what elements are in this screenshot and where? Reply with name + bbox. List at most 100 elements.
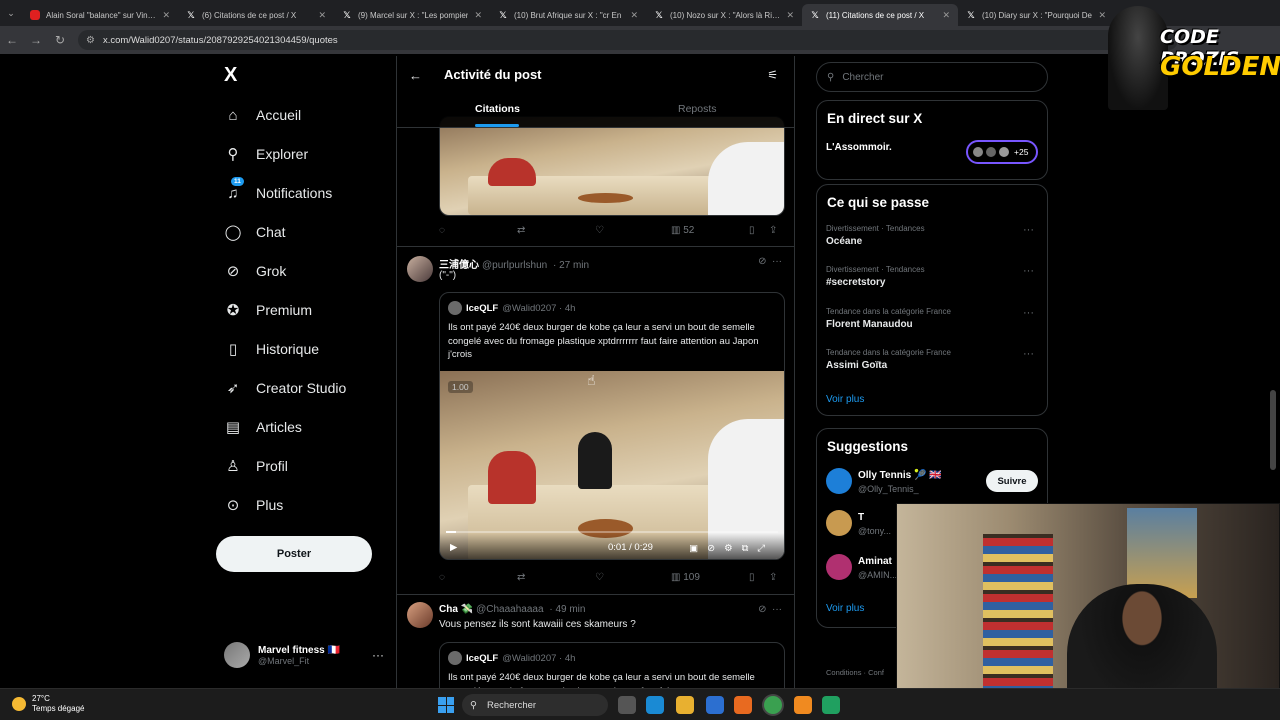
repost-icon[interactable]: ⇄ [517,225,525,236]
close-tab-icon[interactable]: ✕ [318,10,326,21]
close-tab-icon[interactable]: ✕ [1098,10,1106,21]
live-listeners-pill[interactable]: +25 [966,140,1038,164]
trend-item[interactable]: Tendance dans la catégorie France Assimi … [826,348,1040,371]
bookmark-icon[interactable]: ▯ [749,572,755,583]
see-more-suggestions-link[interactable]: Voir plus [826,603,864,614]
reload-icon[interactable]: ↻ [48,33,72,47]
back-icon[interactable]: ← [0,33,24,47]
live-space-name[interactable]: L'Assommoir. [826,142,892,153]
taskbar-search[interactable]: ⚲ Rechercher [462,694,608,716]
weather-widget[interactable]: 27°C Temps dégagé [12,694,84,714]
quoted-post[interactable]: IceQLF @Walid0207 · 4h Ils ont payé 240€… [439,292,785,560]
browser-tab[interactable]: Alain Soral "balance" sur Vincen ✕ [22,4,178,26]
search-input[interactable]: ⚲ Chercher [816,62,1048,92]
tab-title: (10) Nozo sur X : "Alors là Rima [670,10,781,20]
post-menu-icon[interactable]: ⊘ ··· [758,604,782,615]
browser-tab[interactable]: 𝕏 (6) Citations de ce post / X ✕ [178,4,334,26]
trend-item[interactable]: Divertissement · Tendances #secretstory ··… [826,265,1040,288]
like-icon[interactable]: ♡ [595,572,604,583]
footer-links[interactable]: Conditions · Conf [826,668,884,677]
nav-item-profil[interactable]: ♙ Profil [224,457,288,475]
app-icon[interactable] [822,696,840,714]
nav-item-explorer[interactable]: ⚲ Explorer [224,145,309,163]
close-tab-icon[interactable]: ✕ [162,10,170,21]
quoted-post[interactable]: IceQLF @Walid0207 · 4h Ils ont payé 240€… [439,642,785,688]
playback-rate[interactable]: 1.00 [448,381,473,393]
reply-icon[interactable]: ◌ [439,572,445,583]
quote-post[interactable]: 三浦億心 @purlpurlshun · 27 min ⊘ ··· ("-") I… [397,246,794,596]
views-icon[interactable]: ▥ 52 [671,225,694,236]
views-icon[interactable]: ▥ 109 [671,572,700,583]
avatar[interactable] [407,602,433,628]
filter-settings-icon[interactable]: ⚟ [767,68,778,82]
nav-item-creator-studio[interactable]: ➶ Creator Studio [224,379,347,397]
browser-tab[interactable]: 𝕏 (10) Nozo sur X : "Alors là Rima ✕ [646,4,802,26]
nav-item-label: Articles [256,419,302,435]
suggestion-item[interactable]: Olly Tennis 🎾 🇬🇧 @Olly_Tennis_ Suivre [826,468,1040,498]
video-player[interactable]: 1.00 ▶ 0:01 / 0:29 ▣⊘⚙⧉⤢ [440,371,784,559]
trend-item[interactable]: Tendance dans la catégorie France Florent… [826,307,1040,330]
follow-button[interactable]: Suivre [986,470,1038,492]
like-icon[interactable]: ♡ [595,225,604,236]
nav-item-grok[interactable]: ⊘ Grok [224,262,287,280]
task-view-icon[interactable] [618,696,636,714]
browser-tab[interactable]: 𝕏 (9) Marcel sur X : "Les pompier ✕ [334,4,490,26]
more-dots-icon[interactable]: ··· [372,648,384,662]
back-arrow-icon[interactable]: ← [409,68,422,83]
edge-icon[interactable] [646,696,664,714]
close-tab-icon[interactable]: ✕ [474,10,482,21]
play-icon[interactable]: ▶ [450,542,457,553]
close-tab-icon[interactable]: ✕ [630,10,638,21]
post-menu-icon[interactable]: ⊘ ··· [758,256,782,267]
url-field[interactable]: ⚙ x.com/Walid0207/status/208792925402130… [78,30,1178,50]
store-icon[interactable] [706,696,724,714]
site-settings-icon[interactable]: ⚙ [86,35,95,46]
nav-item-accueil[interactable]: ⌂ Accueil [224,106,301,124]
file-explorer-icon[interactable] [676,696,694,714]
windows-start-icon[interactable] [438,697,454,713]
close-tab-icon[interactable]: ✕ [942,10,950,21]
browser-tab[interactable]: 𝕏 (11) Citations de ce post / X ✕ [802,4,958,26]
avatar[interactable] [407,256,433,282]
nav-item-premium[interactable]: ✪ Premium [224,301,312,319]
share-icon[interactable]: ⇪ [769,225,777,236]
quote-post[interactable]: Cha 💸 @Chaaahaaaa · 49 min ⊘ ··· Vous pen… [397,594,794,688]
trend-item[interactable]: Divertissement · Tendances Océane ··· [826,224,1040,247]
tab-list-icon[interactable]: ⌄ [0,8,22,19]
see-more-trends-link[interactable]: Voir plus [826,394,864,405]
forward-icon[interactable]: → [24,33,48,47]
close-tab-icon[interactable]: ✕ [786,10,794,21]
trend-category: Divertissement · Tendances [826,224,925,233]
nav-item-chat[interactable]: ◯ Chat [224,223,286,241]
nav-item-historique[interactable]: ▯ Historique [224,340,319,358]
browser-tab[interactable]: 𝕏 (10) Diary sur X : "Pourquoi De ✕ [958,4,1114,26]
x-icon: 𝕏 [655,9,663,20]
share-icon[interactable]: ⇪ [769,572,777,583]
account-switcher[interactable]: Marvel fitness 🇫🇷 @Marvel_Fit ··· [224,642,384,668]
tab-quotes[interactable]: Citations [475,103,520,115]
nav-item-plus[interactable]: ⊙ Plus [224,496,284,514]
more-dots-icon[interactable]: ··· [1023,348,1034,360]
firefox-icon[interactable] [734,696,752,714]
repost-icon[interactable]: ⇄ [517,572,525,583]
tab-reposts[interactable]: Reposts [678,103,717,115]
video-settings-icons[interactable]: ▣⊘⚙⧉⤢ [689,543,774,554]
post-button[interactable]: Poster [216,536,372,572]
video-controls: ▶ 0:01 / 0:29 ▣⊘⚙⧉⤢ [440,533,784,559]
scrollbar[interactable] [1270,390,1276,470]
vlc-icon[interactable] [794,696,812,714]
chrome-icon[interactable] [764,696,782,714]
more-dots-icon[interactable]: ··· [1023,307,1034,319]
nav-item-notifications[interactable]: ♫ 11 Notifications [224,177,332,202]
more-dots-icon[interactable]: ··· [1023,224,1034,236]
nav-item-articles[interactable]: ▤ Articles [224,418,302,436]
reply-icon[interactable]: ◌ [439,225,445,236]
more-dots-icon[interactable]: ··· [1023,265,1034,277]
x-logo-icon[interactable]: X [224,64,237,87]
post-actions: ◌ ⇄ ♡ ▥ 109 ▯ ⇪ [439,572,787,586]
bookmark-icon[interactable]: ▯ [749,225,755,236]
browser-tab[interactable]: 𝕏 (10) Brut Afrique sur X : "cr En ✕ [490,4,646,26]
articles-icon: ▤ [225,419,241,436]
account-name: Marvel fitness 🇫🇷 [258,644,340,656]
post-image[interactable] [439,116,785,216]
